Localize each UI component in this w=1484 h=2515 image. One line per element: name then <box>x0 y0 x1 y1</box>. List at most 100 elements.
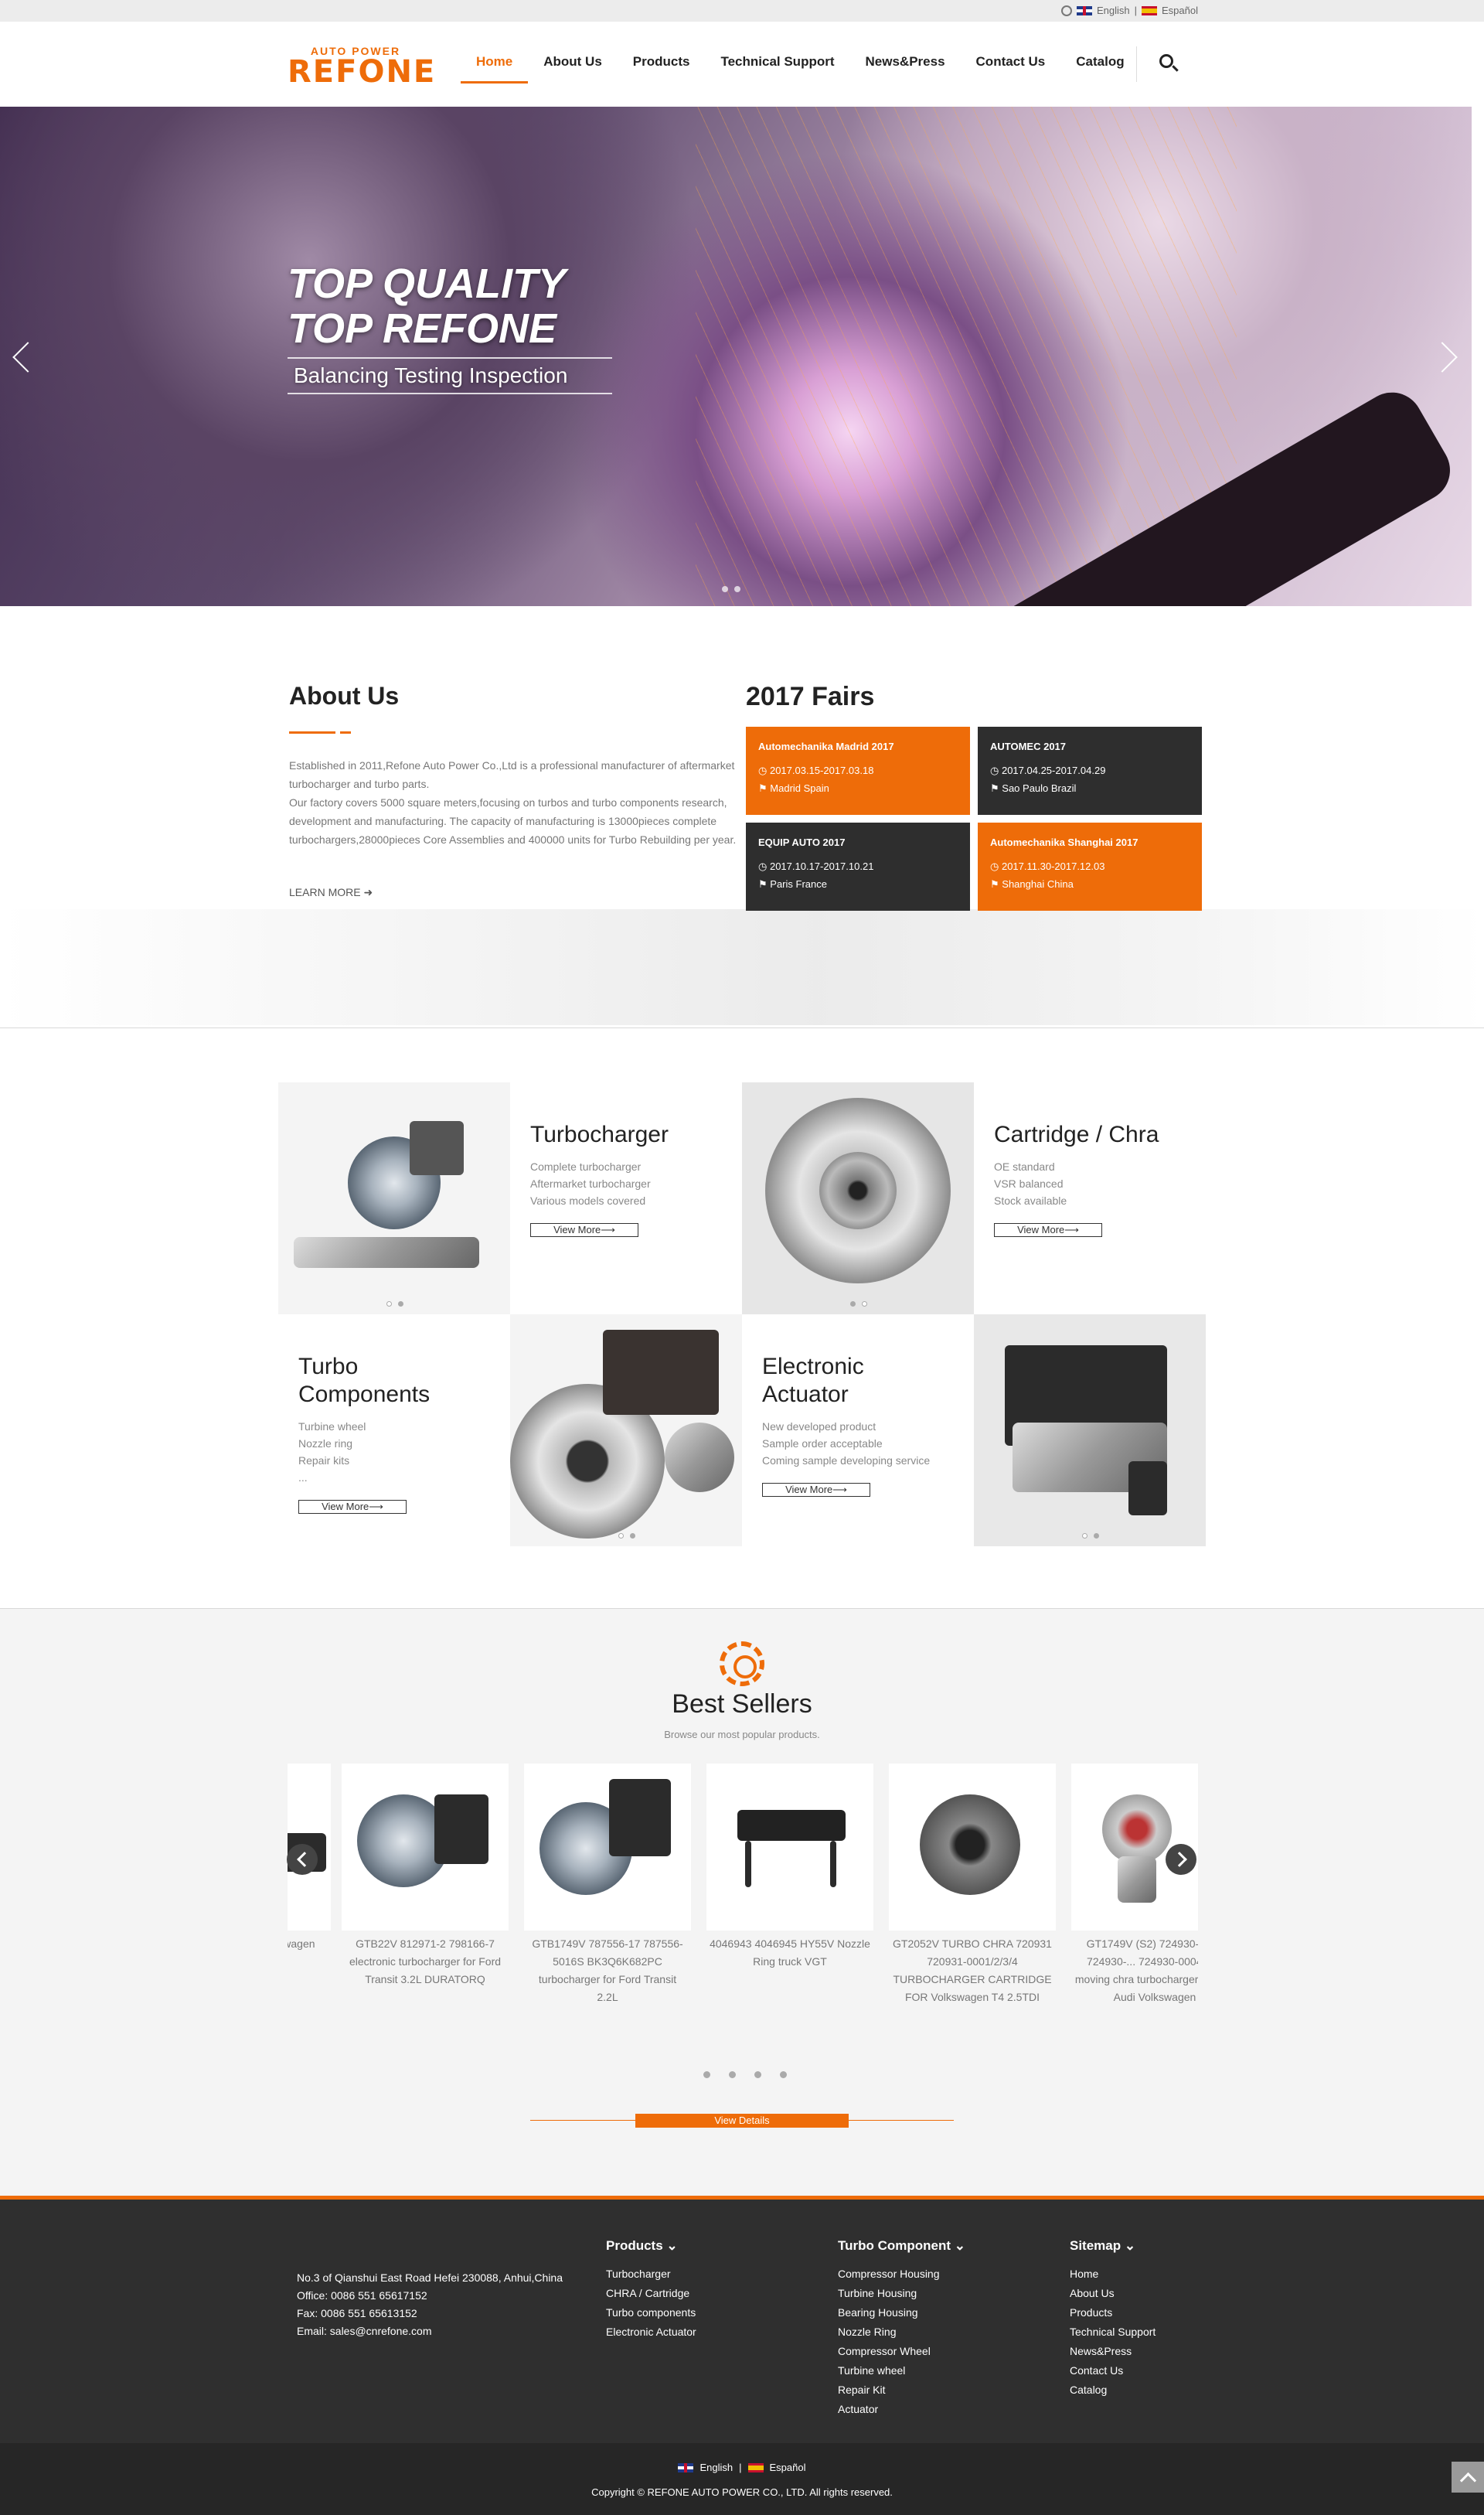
footer-link[interactable]: Actuator <box>838 2400 965 2419</box>
carousel-dot[interactable] <box>729 2071 736 2078</box>
footer-link[interactable]: Electronic Actuator <box>606 2322 696 2342</box>
nav-divider <box>1136 46 1137 82</box>
fair-card[interactable]: Automechanika Madrid 2017 ◷ 2017.03.15-2… <box>746 727 970 815</box>
footer-link[interactable]: Catalog <box>1070 2380 1156 2400</box>
footer-link[interactable]: Turbocharger <box>606 2265 696 2284</box>
nav-technical-support[interactable]: Technical Support <box>705 22 849 107</box>
product-name: GTB22V 812971-2 798166-7 electronic turb… <box>349 1937 502 1985</box>
footer-link[interactable]: Compressor Wheel <box>838 2342 965 2361</box>
cartridge-card: Cartridge / Chra OE standard VSR balance… <box>974 1082 1206 1314</box>
product-card[interactable]: GTB1749V 787556-17 787556-5016S BK3Q6K68… <box>524 1764 691 2011</box>
learn-more-link[interactable]: LEARN MORE ➜ <box>289 886 373 899</box>
best-sellers-carousel: GT1749V ... turbo ...swagen GTB22V 81297… <box>288 1764 1198 2011</box>
product-card[interactable]: GT2052V TURBO CHRA 720931 720931-0001/2/… <box>889 1764 1056 2011</box>
footer-link[interactable]: Products <box>1070 2303 1156 2322</box>
fair-date: 2017.11.30-2017.12.03 <box>1001 860 1105 872</box>
view-more-button[interactable]: View More⟶ <box>994 1223 1102 1237</box>
main-nav: Home About Us Products Technical Support… <box>461 22 1140 107</box>
footer-link[interactable]: CHRA / Cartridge <box>606 2284 696 2303</box>
fair-card[interactable]: AUTOMEC 2017 ◷ 2017.04.25-2017.04.29 ⚑ S… <box>978 727 1202 815</box>
hero-title-line2: TOP REFONE <box>288 305 557 352</box>
product-feature: Sample order acceptable <box>762 1437 883 1450</box>
footer-col-heading[interactable]: Products ⌄ <box>606 2238 696 2254</box>
product-feature: Stock available <box>994 1194 1067 1207</box>
fair-date: 2017.10.17-2017.10.21 <box>769 860 874 872</box>
uk-flag-icon[interactable] <box>1076 5 1092 15</box>
spain-flag-icon[interactable] <box>1142 5 1158 15</box>
lang-english-link[interactable]: English <box>1097 5 1130 16</box>
footer-link[interactable]: Compressor Housing <box>838 2265 965 2284</box>
product-image <box>342 1764 509 1931</box>
nav-home[interactable]: Home <box>461 22 529 107</box>
footer-link[interactable]: Bearing Housing <box>838 2303 965 2322</box>
footer-col-heading[interactable]: Sitemap ⌄ <box>1070 2238 1156 2254</box>
about-title: About Us <box>289 682 400 710</box>
footer-link[interactable]: Technical Support <box>1070 2322 1156 2342</box>
product-card[interactable]: GT1749V (S2) 724930-0009 724930-... 7249… <box>1071 1764 1198 2011</box>
lang-spanish-link[interactable]: Español <box>1162 5 1198 16</box>
footer-link[interactable]: News&Press <box>1070 2342 1156 2361</box>
location-icon: ⚑ <box>758 878 771 890</box>
hero-next-arrow-icon[interactable] <box>1435 339 1458 377</box>
footer-link[interactable]: Turbo components <box>606 2303 696 2322</box>
footer-fax: Fax: 0086 551 65613152 <box>297 2307 417 2319</box>
components-image[interactable] <box>510 1314 742 1546</box>
product-feature: OE standard <box>994 1160 1055 1173</box>
product-card[interactable]: GTB22V 812971-2 798166-7 electronic turb… <box>342 1764 509 1993</box>
chevron-down-icon: ⌄ <box>954 2238 966 2253</box>
search-icon[interactable] <box>1158 53 1181 76</box>
image-pagination <box>850 1301 867 1307</box>
turbocharger-image[interactable] <box>278 1082 510 1314</box>
carousel-dot[interactable] <box>754 2071 761 2078</box>
cartridge-image[interactable] <box>742 1082 974 1314</box>
product-card[interactable]: 4046943 4046945 HY55V Nozzle Ring truck … <box>706 1764 873 1975</box>
product-title-line: Turbo <box>298 1354 359 1379</box>
footer-email[interactable]: Email: sales@cnrefone.com <box>297 2325 432 2337</box>
footer-component-col: Turbo Component ⌄ Compressor Housing Tur… <box>838 2238 965 2419</box>
footer-link[interactable]: Contact Us <box>1070 2361 1156 2380</box>
footer-link[interactable]: Repair Kit <box>838 2380 965 2400</box>
view-more-button[interactable]: View More⟶ <box>530 1223 638 1237</box>
carousel-dot[interactable] <box>703 2071 710 2078</box>
hero-prev-arrow-icon[interactable] <box>12 339 36 377</box>
footer: No.3 of Qianshui East Road Hefei 230088,… <box>0 2200 1484 2443</box>
turbocharger-card: Turbocharger Complete turbocharger After… <box>510 1082 742 1314</box>
footer-link[interactable]: Turbine wheel <box>838 2361 965 2380</box>
nav-products[interactable]: Products <box>618 22 706 107</box>
logo[interactable]: AUTO POWER REFONE <box>288 45 434 87</box>
lang-english-link[interactable]: English <box>699 2462 733 2473</box>
fair-card[interactable]: EQUIP AUTO 2017 ◷ 2017.10.17-2017.10.21 … <box>746 823 970 911</box>
footer-link[interactable]: Home <box>1070 2265 1156 2284</box>
hero-dot[interactable] <box>722 586 728 592</box>
clock-icon: ◷ <box>758 765 770 776</box>
carousel-next-arrow-icon[interactable] <box>1166 1844 1196 1875</box>
footer-link[interactable]: About Us <box>1070 2284 1156 2303</box>
nav-about-us[interactable]: About Us <box>528 22 618 107</box>
uk-flag-icon[interactable] <box>678 2462 694 2472</box>
about-paragraph: Established in 2011,Refone Auto Power Co… <box>289 759 735 790</box>
hero-dot[interactable] <box>734 586 740 592</box>
nav-catalog[interactable]: Catalog <box>1060 22 1139 107</box>
lang-spanish-link[interactable]: Español <box>770 2462 806 2473</box>
back-to-top-icon[interactable] <box>1452 2462 1484 2493</box>
nav-contact-us[interactable]: Contact Us <box>961 22 1061 107</box>
product-name: GT1749V (S2) 724930-0009 724930-... 7249… <box>1074 1937 1198 2003</box>
view-more-button[interactable]: View More⟶ <box>762 1483 870 1497</box>
spain-flag-icon[interactable] <box>747 2462 764 2472</box>
carousel-dot[interactable] <box>780 2071 787 2078</box>
top-bar: English | Español <box>0 0 1484 22</box>
nav-news-press[interactable]: News&Press <box>850 22 961 107</box>
footer-link[interactable]: Nozzle Ring <box>838 2322 965 2342</box>
view-details-button[interactable]: View Details <box>635 2114 849 2128</box>
fair-card[interactable]: Automechanika Shanghai 2017 ◷ 2017.11.30… <box>978 823 1202 911</box>
carousel-prev-arrow-icon[interactable] <box>287 1844 318 1875</box>
actuator-image[interactable] <box>974 1314 1206 1546</box>
footer-col-heading[interactable]: Turbo Component ⌄ <box>838 2238 965 2254</box>
product-name: 4046943 4046945 HY55V Nozzle Ring truck … <box>710 1937 870 1968</box>
view-more-button[interactable]: View More⟶ <box>298 1500 407 1514</box>
gear-icon <box>720 1641 764 1686</box>
fair-place: Sao Paulo Brazil <box>1002 782 1077 794</box>
site-header: AUTO POWER REFONE Home About Us Products… <box>0 22 1484 107</box>
globe-icon <box>1060 5 1072 16</box>
footer-link[interactable]: Turbine Housing <box>838 2284 965 2303</box>
